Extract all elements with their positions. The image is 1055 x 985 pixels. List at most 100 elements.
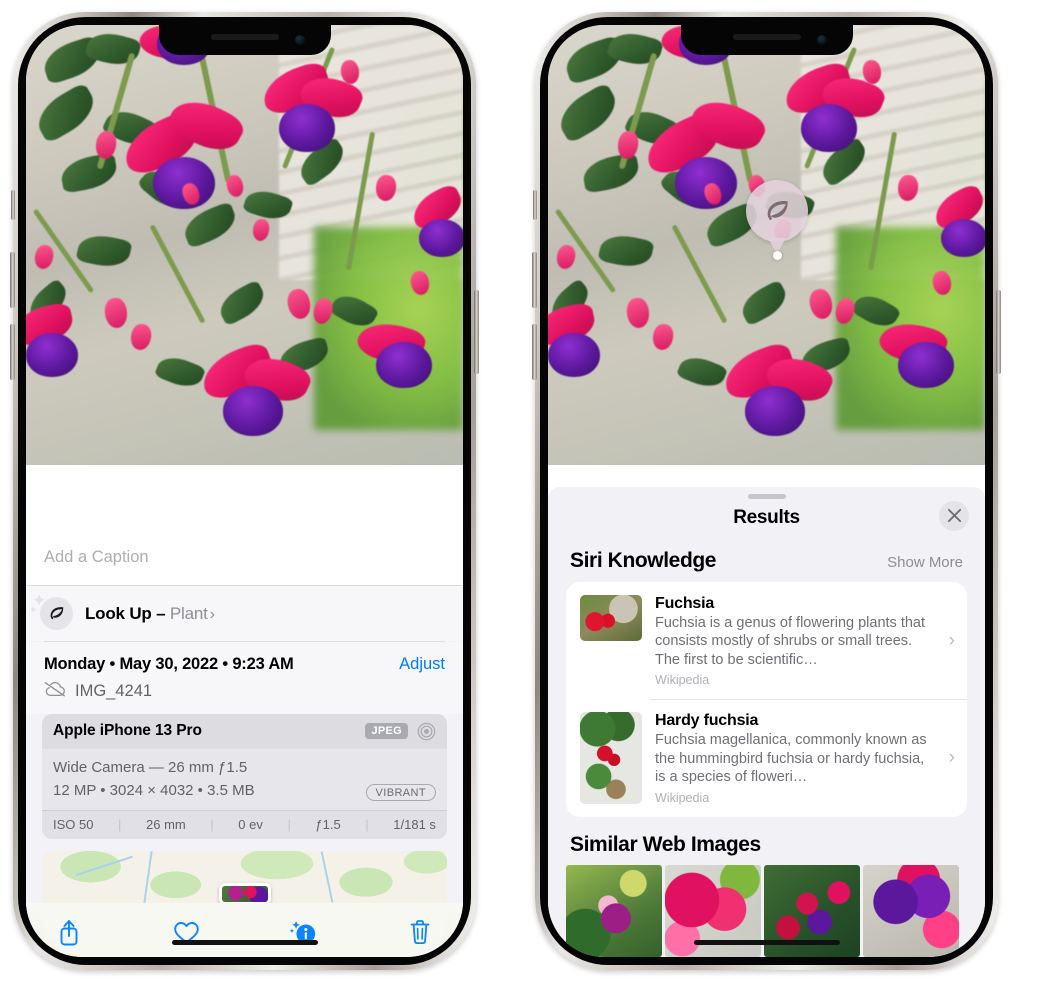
results-header: Results — [548, 499, 985, 543]
photo-element — [801, 104, 858, 153]
photo-toolbar — [26, 903, 463, 957]
photo-element — [26, 333, 78, 377]
photo-element — [279, 104, 336, 153]
volume-down-button-left[interactable] — [10, 324, 15, 380]
photo-element — [419, 218, 463, 257]
home-indicator-right[interactable] — [693, 940, 840, 945]
power-button-left[interactable] — [474, 290, 479, 374]
photo-element — [152, 157, 215, 209]
cloud-slash-icon — [44, 681, 66, 702]
photo-element — [548, 333, 600, 377]
photo-element — [744, 385, 805, 436]
earpiece-speaker-right — [732, 34, 801, 40]
photo-date: Monday • May 30, 2022 • 9:23 AM — [44, 654, 294, 673]
chevron-right-icon: › — [948, 747, 955, 769]
photographic-style-badge: VIBRANT — [365, 784, 436, 801]
notch-left — [158, 25, 331, 55]
sparkle-small-icon: ✦ — [29, 605, 38, 616]
section-title-siri-knowledge: Siri Knowledge — [570, 548, 717, 572]
screen-right: Results Siri Knowledge Show More Fuchsia… — [548, 25, 985, 957]
result-description: Fuchsia is a genus of flowering plants t… — [655, 614, 926, 668]
exif-separator: | — [210, 817, 214, 832]
photo-image-left[interactable] — [26, 25, 463, 465]
aperture-icon — [417, 722, 436, 741]
camera-lens-line: Wide Camera — 26 mm ƒ1.5 — [53, 758, 248, 776]
leaf-icon — [746, 180, 808, 242]
power-button-right[interactable] — [996, 290, 1001, 374]
earpiece-speaker-left — [210, 34, 279, 40]
location-map[interactable] — [42, 851, 447, 903]
notch-right — [680, 25, 853, 55]
silent-switch-right[interactable] — [533, 190, 537, 220]
home-indicator-left[interactable] — [171, 940, 318, 945]
look-up-title: Look Up – — [85, 603, 166, 623]
chevron-right-icon: › — [209, 605, 215, 623]
adjust-button[interactable]: Adjust — [399, 655, 445, 674]
result-body: Hardy fuchsia Fuchsia magellanica, commo… — [655, 712, 953, 805]
caption-input[interactable]: Add a Caption — [26, 531, 463, 586]
front-camera-right — [816, 35, 827, 45]
look-up-category: Plant — [169, 603, 208, 623]
exif-separator: | — [287, 817, 291, 832]
web-image-1[interactable] — [566, 865, 662, 957]
photo-element — [897, 341, 954, 388]
result-source: Wikipedia — [655, 791, 710, 805]
photo-element — [941, 218, 985, 257]
result-body: Fuchsia Fuchsia is a genus of flowering … — [655, 595, 953, 688]
chevron-right-icon: › — [948, 629, 955, 651]
volume-down-button-right[interactable] — [532, 324, 537, 380]
close-icon[interactable] — [939, 500, 969, 531]
marker-dot — [772, 251, 782, 260]
exif-separator: | — [365, 817, 369, 832]
results-sheet: Results Siri Knowledge Show More Fuchsia… — [548, 486, 985, 957]
exif-shutter: 1/181 s — [393, 817, 436, 832]
camera-body: Wide Camera — 26 mm ƒ1.5 12 MP • 3024 × … — [42, 748, 447, 810]
camera-header-right: JPEG — [365, 722, 436, 741]
exif-aperture: ƒ1.5 — [315, 817, 341, 832]
screen-left: Add a Caption ✦ ✦ Look Up – Plant › Mond… — [26, 25, 463, 957]
page-title: Results — [733, 506, 800, 528]
siri-knowledge-header: Siri Knowledge Show More — [548, 543, 985, 582]
phone-right: Results Siri Knowledge Show More Fuchsia… — [532, 12, 1001, 970]
result-source: Wikipedia — [655, 673, 710, 688]
look-up-row[interactable]: ✦ ✦ Look Up – Plant › — [26, 586, 463, 641]
section-title-similar-web-images: Similar Web Images — [570, 833, 761, 856]
camera-header: Apple iPhone 13 Pro JPEG — [42, 713, 447, 749]
camera-info-card[interactable]: Apple iPhone 13 Pro JPEG Wide Camera — 2… — [42, 713, 447, 839]
screenshot-root: Add a Caption ✦ ✦ Look Up – Plant › Mond… — [0, 0, 1055, 985]
silent-switch-left[interactable] — [11, 190, 15, 220]
show-more-button[interactable]: Show More — [887, 554, 963, 571]
exif-separator: | — [118, 817, 122, 832]
list-item[interactable]: Hardy fuchsia Fuchsia magellanica, commo… — [566, 699, 967, 817]
date-row: Monday • May 30, 2022 • 9:23 AM Adjust — [26, 641, 463, 679]
visual-lookup-marker[interactable] — [746, 180, 808, 260]
trash-icon[interactable] — [405, 917, 435, 947]
result-thumbnail — [580, 594, 642, 641]
look-up-label: Look Up – Plant › — [85, 604, 215, 624]
front-camera-left — [294, 35, 305, 45]
file-row: IMG_4241 — [26, 678, 463, 714]
list-item[interactable]: Fuchsia Fuchsia is a genus of flowering … — [566, 582, 967, 700]
volume-up-button-left[interactable] — [10, 252, 15, 308]
siri-knowledge-card: Fuchsia Fuchsia is a genus of flowering … — [566, 581, 967, 817]
web-image-4[interactable] — [863, 865, 959, 957]
exif-ev: 0 ev — [238, 817, 263, 832]
photo-element — [375, 341, 432, 388]
volume-up-button-right[interactable] — [532, 252, 537, 308]
photo-detail-sheet: Add a Caption ✦ ✦ Look Up – Plant › Mond… — [26, 531, 463, 957]
exif-focal: 26 mm — [146, 817, 186, 832]
similar-web-images-header: Similar Web Images — [548, 817, 985, 865]
format-badge: JPEG — [365, 723, 408, 739]
share-icon[interactable] — [54, 917, 84, 947]
leaf-icon: ✦ ✦ — [29, 592, 73, 630]
phone-left: Add a Caption ✦ ✦ Look Up – Plant › Mond… — [10, 12, 479, 970]
camera-exif-row: ISO 50 | 26 mm | 0 ev | ƒ1.5 | 1/181 s — [42, 810, 447, 839]
result-thumbnail — [580, 712, 642, 805]
result-title: Hardy fuchsia — [655, 712, 759, 730]
file-name: IMG_4241 — [75, 681, 153, 700]
exif-iso: ISO 50 — [53, 817, 94, 832]
photo-element — [222, 385, 283, 436]
map-photo-pin[interactable] — [218, 883, 271, 903]
camera-device: Apple iPhone 13 Pro — [53, 722, 202, 739]
result-title: Fuchsia — [655, 594, 715, 612]
